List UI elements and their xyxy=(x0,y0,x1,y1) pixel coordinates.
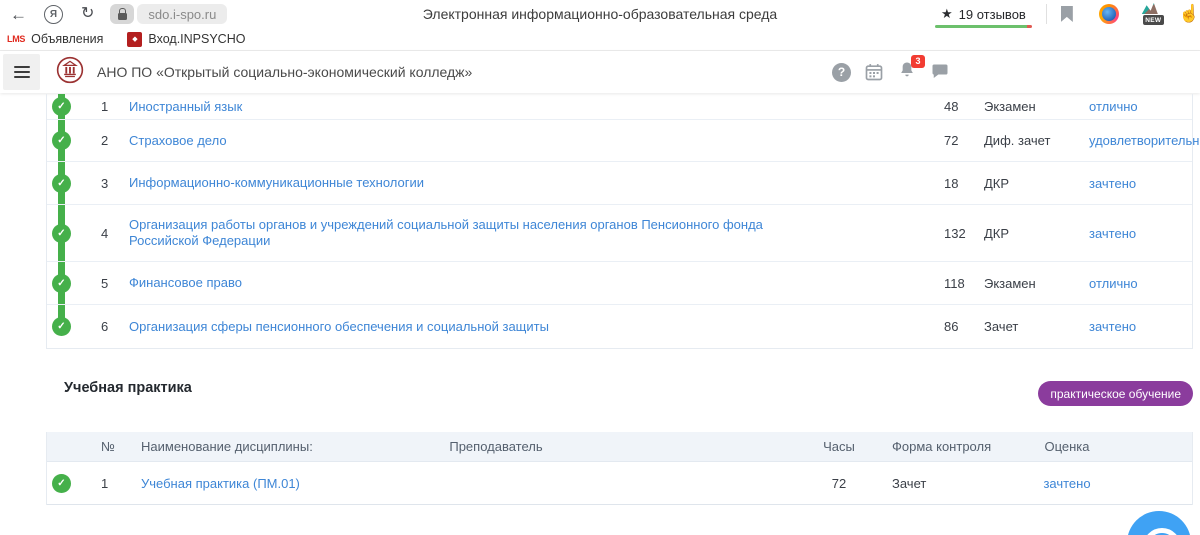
reviews-label: 19 отзывов xyxy=(959,7,1026,22)
grade-link[interactable]: зачтено xyxy=(1043,476,1090,491)
row-number: 3 xyxy=(101,176,129,191)
hand-pointer-icon[interactable] xyxy=(1179,4,1200,24)
inpsycho-icon xyxy=(127,32,142,47)
reviews-button[interactable]: 19 отзывов xyxy=(931,0,1036,28)
semester-table: 1 Иностранный язык 48 Экзамен отлично 2 … xyxy=(46,94,1193,349)
hours-value: 72 xyxy=(809,476,869,491)
practice-table: № Наименование дисциплины: Преподаватель… xyxy=(46,432,1193,505)
menu-button[interactable] xyxy=(3,54,40,90)
grade-link[interactable]: удовлетворительно xyxy=(1089,133,1200,148)
control-form-value: ДКР xyxy=(984,176,1089,191)
extension-glyph xyxy=(1142,3,1158,14)
status-check-icon xyxy=(52,97,71,116)
control-form-value: Зачет xyxy=(869,476,992,491)
discipline-link[interactable]: Организация сферы пенсионного обеспечени… xyxy=(129,319,549,335)
status-check-icon xyxy=(52,174,71,193)
lms-icon: LMS xyxy=(7,34,25,44)
grade-link[interactable]: зачтено xyxy=(1089,319,1136,334)
bookmark-item-announcements[interactable]: LMS Объявления xyxy=(7,32,103,46)
notifications-bell-icon[interactable]: 3 xyxy=(897,60,917,85)
hours-value: 48 xyxy=(944,99,984,114)
col-hours-header: Часы xyxy=(809,439,869,454)
page-title: Электронная информационно-образовательна… xyxy=(423,6,777,22)
row-number: 2 xyxy=(101,133,129,148)
hours-value: 18 xyxy=(944,176,984,191)
status-check-icon xyxy=(52,474,71,493)
extension-icon[interactable] xyxy=(1099,4,1119,24)
chat-widget-button[interactable] xyxy=(1127,511,1191,535)
messages-icon[interactable] xyxy=(930,62,950,82)
discipline-link[interactable]: Иностранный язык xyxy=(129,99,242,115)
bookmark-label: Объявления xyxy=(31,32,103,46)
control-form-value: Зачет xyxy=(984,319,1089,334)
hours-value: 86 xyxy=(944,319,984,334)
control-form-value: Экзамен xyxy=(984,99,1089,114)
hamburger-icon xyxy=(14,66,30,78)
table-row: 1 Иностранный язык 48 Экзамен отлично xyxy=(47,94,1192,120)
discipline-link[interactable]: Страховое дело xyxy=(129,133,227,149)
practice-section-title: Учебная практика xyxy=(64,380,192,396)
grade-link[interactable]: отлично xyxy=(1089,276,1138,291)
lock-icon[interactable] xyxy=(110,4,134,24)
status-check-icon xyxy=(52,224,71,243)
bookmarks-bar: LMS Объявления Вход.INPSYCHO xyxy=(0,28,1200,51)
refresh-icon[interactable] xyxy=(81,6,94,22)
bookmark-item-inpsycho[interactable]: Вход.INPSYCHO xyxy=(127,32,245,47)
chat-widget-icon xyxy=(1143,528,1181,535)
control-form-value: Экзамен xyxy=(984,276,1089,291)
status-check-icon xyxy=(52,131,71,150)
help-icon[interactable] xyxy=(832,63,851,82)
row-number: 4 xyxy=(101,226,129,241)
status-check-icon xyxy=(52,274,71,293)
practice-type-badge: практическое обучение xyxy=(1038,381,1193,406)
bookmark-label: Вход.INPSYCHO xyxy=(148,32,245,46)
col-grade-header: Оценка xyxy=(992,439,1142,454)
star-icon xyxy=(941,6,953,22)
col-teacher-header: Преподаватель xyxy=(381,439,611,454)
address-bar[interactable]: sdo.i-spo.ru xyxy=(137,4,227,24)
grade-link[interactable]: зачтено xyxy=(1089,226,1136,241)
grade-link[interactable]: зачтено xyxy=(1089,176,1136,191)
discipline-link[interactable]: Учебная практика (ПМ.01) xyxy=(141,476,300,491)
browser-toolbar: sdo.i-spo.ru Электронная информационно-о… xyxy=(0,0,1200,28)
grade-link[interactable]: отлично xyxy=(1089,99,1138,114)
discipline-link[interactable]: Информационно-коммуникационные технологи… xyxy=(129,175,424,191)
col-number-header: № xyxy=(101,439,141,454)
row-number: 5 xyxy=(101,276,129,291)
control-form-value: Диф. зачет xyxy=(984,133,1089,148)
organization-name: АНО ПО «Открытый социально-экономический… xyxy=(97,64,472,80)
calendar-icon[interactable] xyxy=(864,62,884,82)
status-check-icon xyxy=(52,317,71,336)
page: sdo.i-spo.ru Электронная информационно-о… xyxy=(0,0,1200,535)
discipline-link[interactable]: Организация работы органов и учреждений … xyxy=(129,217,834,249)
college-logo-icon xyxy=(56,56,84,89)
row-number: 1 xyxy=(101,99,129,114)
back-icon[interactable] xyxy=(10,6,27,23)
toolbar-divider xyxy=(1046,4,1047,24)
col-discipline-header: Наименование дисциплины: xyxy=(141,439,381,454)
table-row: 6 Организация сферы пенсионного обеспече… xyxy=(47,305,1192,348)
table-row: 4 Организация работы органов и учреждени… xyxy=(47,205,1192,262)
table-row: 5 Финансовое право 118 Экзамен отлично xyxy=(47,262,1192,305)
control-form-value: ДКР xyxy=(984,226,1089,241)
hours-value: 72 xyxy=(944,133,984,148)
notification-count-badge: 3 xyxy=(911,55,925,68)
app-header: АНО ПО «Открытый социально-экономический… xyxy=(0,51,1200,93)
hours-value: 118 xyxy=(944,276,984,291)
toolbar-right-cluster: 19 отзывов NEW xyxy=(931,0,1200,28)
header-icons: 3 xyxy=(832,51,950,93)
row-number: 6 xyxy=(101,319,129,334)
bookmark-flag-icon[interactable] xyxy=(1061,6,1073,22)
yandex-browser-icon[interactable] xyxy=(44,5,63,24)
new-badge: NEW xyxy=(1143,15,1164,25)
discipline-link[interactable]: Финансовое право xyxy=(129,275,242,291)
practice-table-header: № Наименование дисциплины: Преподаватель… xyxy=(47,432,1192,462)
table-row: 1 Учебная практика (ПМ.01) 72 Зачет зачт… xyxy=(47,462,1192,505)
table-row: 2 Страховое дело 72 Диф. зачет удовлетво… xyxy=(47,120,1192,162)
col-form-header: Форма контроля xyxy=(869,439,992,454)
hours-value: 132 xyxy=(944,226,984,241)
new-extension-icon[interactable]: NEW xyxy=(1139,3,1161,25)
table-row: 3 Информационно-коммуникационные техноло… xyxy=(47,162,1192,205)
row-number: 1 xyxy=(101,476,141,491)
